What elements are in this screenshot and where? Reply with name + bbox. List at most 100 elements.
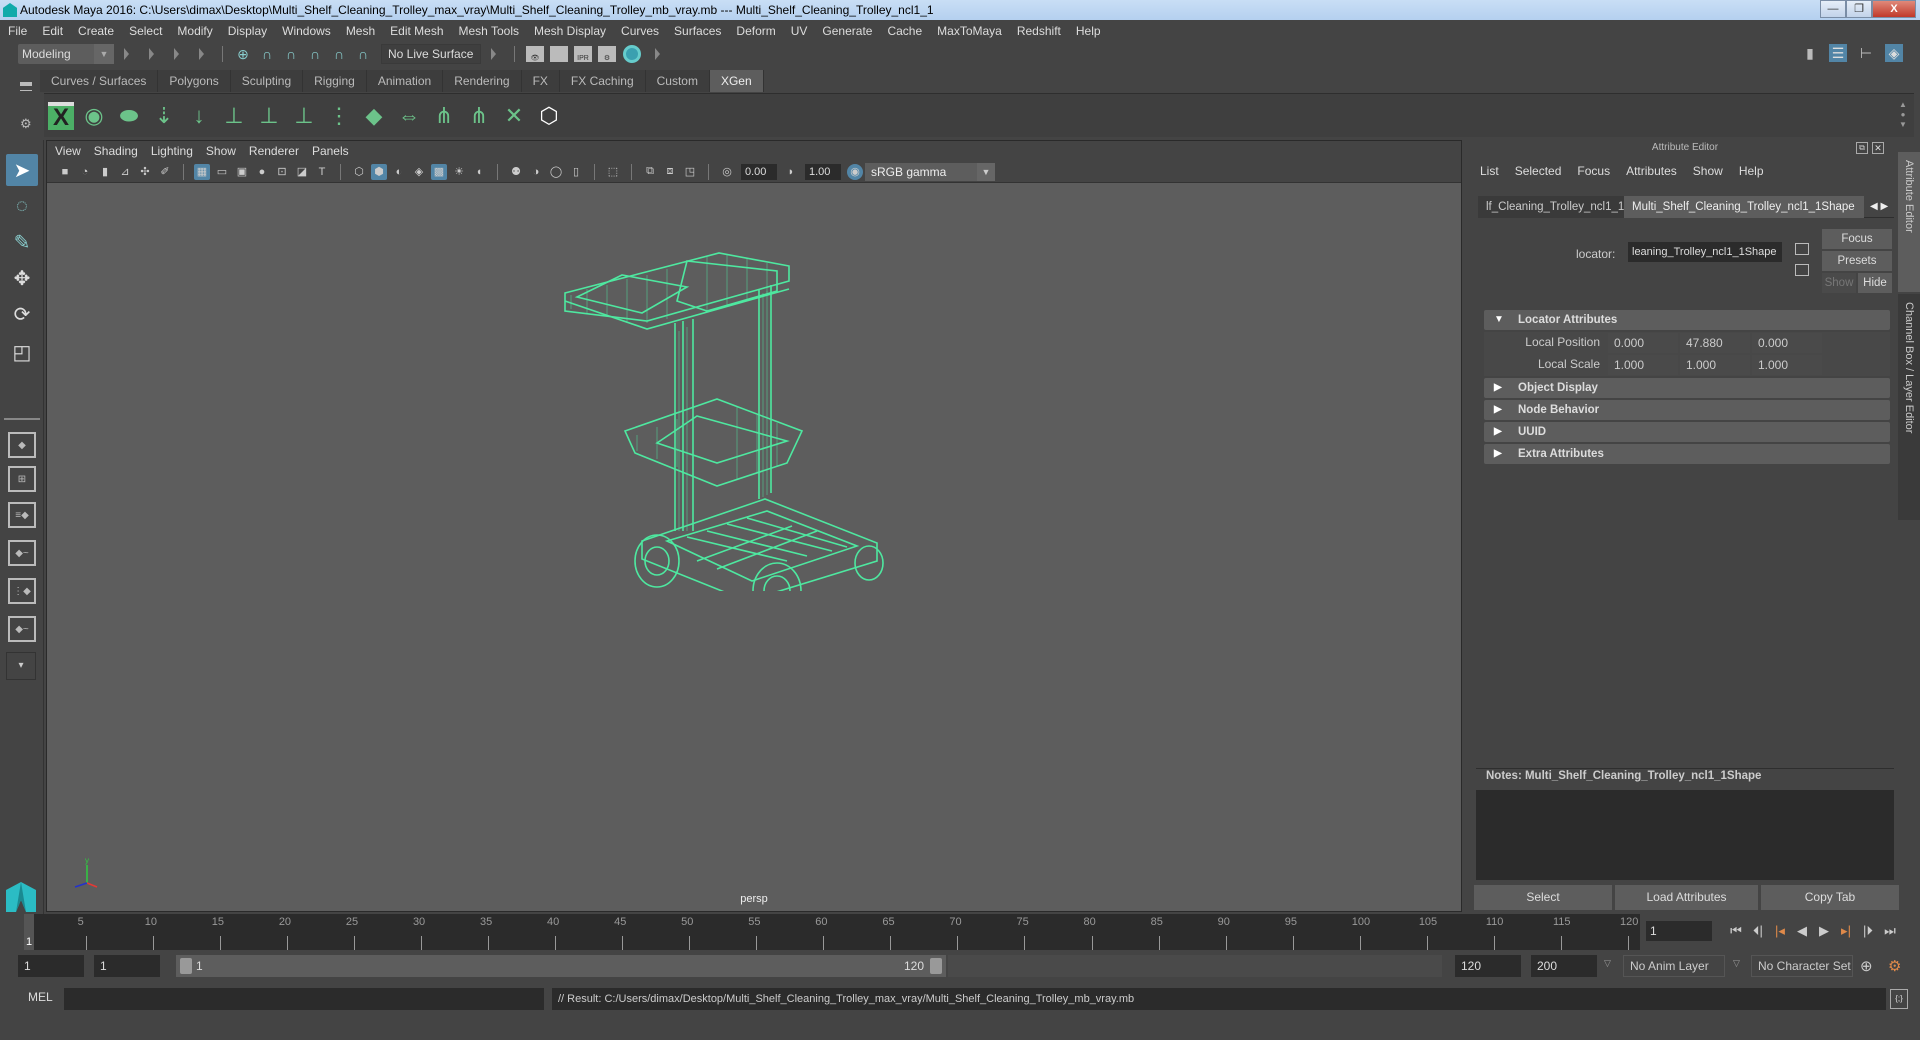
- tab-scroll-arrows-icon[interactable]: ◀ ▶: [1864, 196, 1894, 217]
- local-position-y-field[interactable]: 47.880: [1680, 333, 1750, 353]
- gamma-icon[interactable]: ◗: [783, 164, 799, 180]
- xgen-select-guide-icon[interactable]: ⊥: [254, 100, 284, 132]
- section-node-behavior[interactable]: ▶ Node Behavior: [1484, 400, 1890, 420]
- persp-outliner-layout-icon[interactable]: ≡◆: [8, 502, 36, 528]
- tab-channel-box-layer-editor[interactable]: Channel Box / Layer Editor: [1898, 294, 1920, 520]
- select-camera-icon[interactable]: ■: [57, 164, 73, 180]
- gate-mask-icon[interactable]: ●: [254, 164, 270, 180]
- color-management-toggle-icon[interactable]: ◉: [847, 163, 863, 180]
- four-view-layout-icon[interactable]: ⊞: [8, 466, 36, 492]
- character-set-dropdown[interactable]: No Character Set: [1751, 955, 1853, 977]
- collapse-arrow-icon[interactable]: [124, 48, 129, 60]
- shelf-menu-icon[interactable]: [20, 82, 32, 86]
- tab-shape-node[interactable]: Multi_Shelf_Cleaning_Trolley_ncl1_1Shape: [1624, 196, 1864, 218]
- camera-attributes-icon[interactable]: ◔: [77, 164, 93, 180]
- more-layouts-button[interactable]: ▾: [6, 652, 36, 680]
- attribute-editor-toggle-icon[interactable]: ☰: [1829, 44, 1847, 62]
- minimize-button[interactable]: —: [1820, 0, 1846, 18]
- tab-transform-node[interactable]: lf_Cleaning_Trolley_ncl1_1: [1478, 196, 1624, 218]
- modeling-toolkit-icon[interactable]: ▮: [1801, 44, 1819, 62]
- menu-edit-mesh[interactable]: Edit Mesh: [390, 24, 443, 38]
- snap-curve-icon[interactable]: ∩: [258, 45, 276, 63]
- range-end-handle[interactable]: [930, 958, 942, 974]
- lasso-tool-icon[interactable]: ◌: [6, 190, 38, 222]
- persp-graph-hypergraph-layout-icon[interactable]: ◆~: [8, 616, 36, 642]
- xgen-region-map-icon[interactable]: ◆: [359, 100, 389, 132]
- shelf-tab-polygons[interactable]: Polygons: [158, 70, 231, 92]
- step-back-frame-button[interactable]: |◂: [1770, 921, 1790, 941]
- film-gate-icon[interactable]: ▭: [214, 164, 230, 180]
- move-tool-icon[interactable]: ✥: [6, 262, 38, 294]
- step-forward-key-button[interactable]: |⏵: [1858, 921, 1878, 941]
- view-transform-dropdown[interactable]: sRGB gamma ▼: [865, 162, 995, 181]
- menu-redshift[interactable]: Redshift: [1017, 24, 1061, 38]
- local-position-x-field[interactable]: 0.000: [1608, 333, 1678, 353]
- time-slider[interactable]: 5 10 15 20 25 30 35 40 45 50 55 60 65 70 75 80 85 90 95 100…: [24, 914, 1640, 950]
- snap-grid-icon[interactable]: ⊕: [234, 45, 252, 63]
- playback-start-field[interactable]: 1: [94, 955, 160, 977]
- section-object-display[interactable]: ▶ Object Display: [1484, 378, 1890, 398]
- shelf-tab-fx[interactable]: FX: [521, 70, 560, 92]
- xgen-interactive-groom-icon[interactable]: ⬡: [534, 100, 564, 132]
- auto-key-icon[interactable]: ⊕: [1860, 957, 1873, 975]
- float-panel-icon[interactable]: ⧉: [1856, 142, 1868, 154]
- shelf-tab-xgen[interactable]: XGen: [709, 70, 764, 92]
- motion-blur-icon[interactable]: ◑: [528, 164, 544, 180]
- local-scale-z-field[interactable]: 1.000: [1752, 355, 1822, 375]
- use-all-lights-icon[interactable]: ☀: [451, 164, 467, 180]
- step-forward-frame-button[interactable]: ▸|: [1836, 921, 1856, 941]
- menu-mesh[interactable]: Mesh: [346, 24, 375, 38]
- anim-layer-dropdown-arrow-icon[interactable]: ▽: [1604, 958, 1611, 969]
- tool-settings-icon[interactable]: ⊢: [1857, 44, 1875, 62]
- local-scale-x-field[interactable]: 1.000: [1608, 355, 1678, 375]
- live-surface-field[interactable]: No Live Surface: [381, 44, 481, 64]
- focus-button[interactable]: Focus: [1822, 229, 1892, 249]
- script-editor-icon[interactable]: {;}: [1890, 989, 1908, 1009]
- ae-menu-focus[interactable]: Focus: [1577, 164, 1610, 178]
- render-settings-icon[interactable]: ⚙: [598, 46, 616, 62]
- menu-modify[interactable]: Modify: [177, 24, 212, 38]
- menu-set-dropdown[interactable]: Modeling ▼: [18, 44, 114, 64]
- field-chart-icon[interactable]: ⊡: [274, 164, 290, 180]
- wireframe-on-shaded-icon[interactable]: ◈: [411, 164, 427, 180]
- playback-end-field[interactable]: 120: [1455, 955, 1521, 977]
- play-backward-button[interactable]: ◀: [1792, 921, 1812, 941]
- section-locator-attributes[interactable]: ▼ Locator Attributes: [1484, 310, 1890, 330]
- ae-menu-list[interactable]: List: [1480, 164, 1499, 178]
- current-frame-field[interactable]: 1: [1646, 921, 1712, 941]
- go-to-output-icon[interactable]: [1795, 264, 1809, 276]
- shelf-tab-fx-caching[interactable]: FX Caching: [559, 70, 646, 92]
- range-start-handle[interactable]: [180, 958, 192, 974]
- end-time-field[interactable]: 200: [1531, 955, 1597, 977]
- load-attributes-button[interactable]: Load Attributes: [1615, 885, 1758, 910]
- scale-tool-icon[interactable]: ◰: [6, 336, 38, 368]
- ae-menu-selected[interactable]: Selected: [1515, 164, 1562, 178]
- menu-help[interactable]: Help: [1076, 24, 1101, 38]
- menu-edit[interactable]: Edit: [42, 24, 63, 38]
- xgen-bound-icon[interactable]: ⋔: [464, 100, 494, 132]
- snap-point-icon[interactable]: ∩: [282, 45, 300, 63]
- playhead[interactable]: 1: [24, 914, 34, 950]
- panel-menu-view[interactable]: View: [55, 144, 81, 158]
- menu-surfaces[interactable]: Surfaces: [674, 24, 721, 38]
- xgen-clear-preview-icon[interactable]: ⬬: [114, 100, 144, 132]
- xgen-delete-guide-icon[interactable]: ✕: [499, 100, 529, 132]
- go-to-end-button[interactable]: ⏭: [1880, 921, 1900, 941]
- paint-select-tool-icon[interactable]: ✎: [6, 226, 38, 258]
- animation-preferences-icon[interactable]: ⚙: [1888, 957, 1901, 975]
- menu-file[interactable]: File: [8, 24, 27, 38]
- snap-view-plane-icon[interactable]: ∩: [306, 45, 324, 63]
- wireframe-icon[interactable]: ⬡: [351, 164, 367, 180]
- shelf-tab-rigging[interactable]: Rigging: [303, 70, 367, 92]
- close-button[interactable]: X: [1872, 0, 1916, 18]
- gamma-field[interactable]: 1.00: [805, 163, 841, 180]
- screen-space-ao-icon[interactable]: ⚉: [508, 164, 524, 180]
- panel-menu-show[interactable]: Show: [206, 144, 236, 158]
- shadows-icon[interactable]: ◖: [471, 164, 487, 180]
- node-name-field[interactable]: leaning_Trolley_ncl1_1Shape: [1628, 242, 1782, 262]
- smooth-shade-icon[interactable]: ⬢: [371, 163, 387, 180]
- collapse-arrow-icon[interactable]: [491, 48, 496, 60]
- range-slider[interactable]: 1 120: [176, 955, 946, 977]
- textured-icon[interactable]: ▩: [431, 163, 447, 180]
- grease-pencil-icon[interactable]: ✐: [157, 164, 173, 180]
